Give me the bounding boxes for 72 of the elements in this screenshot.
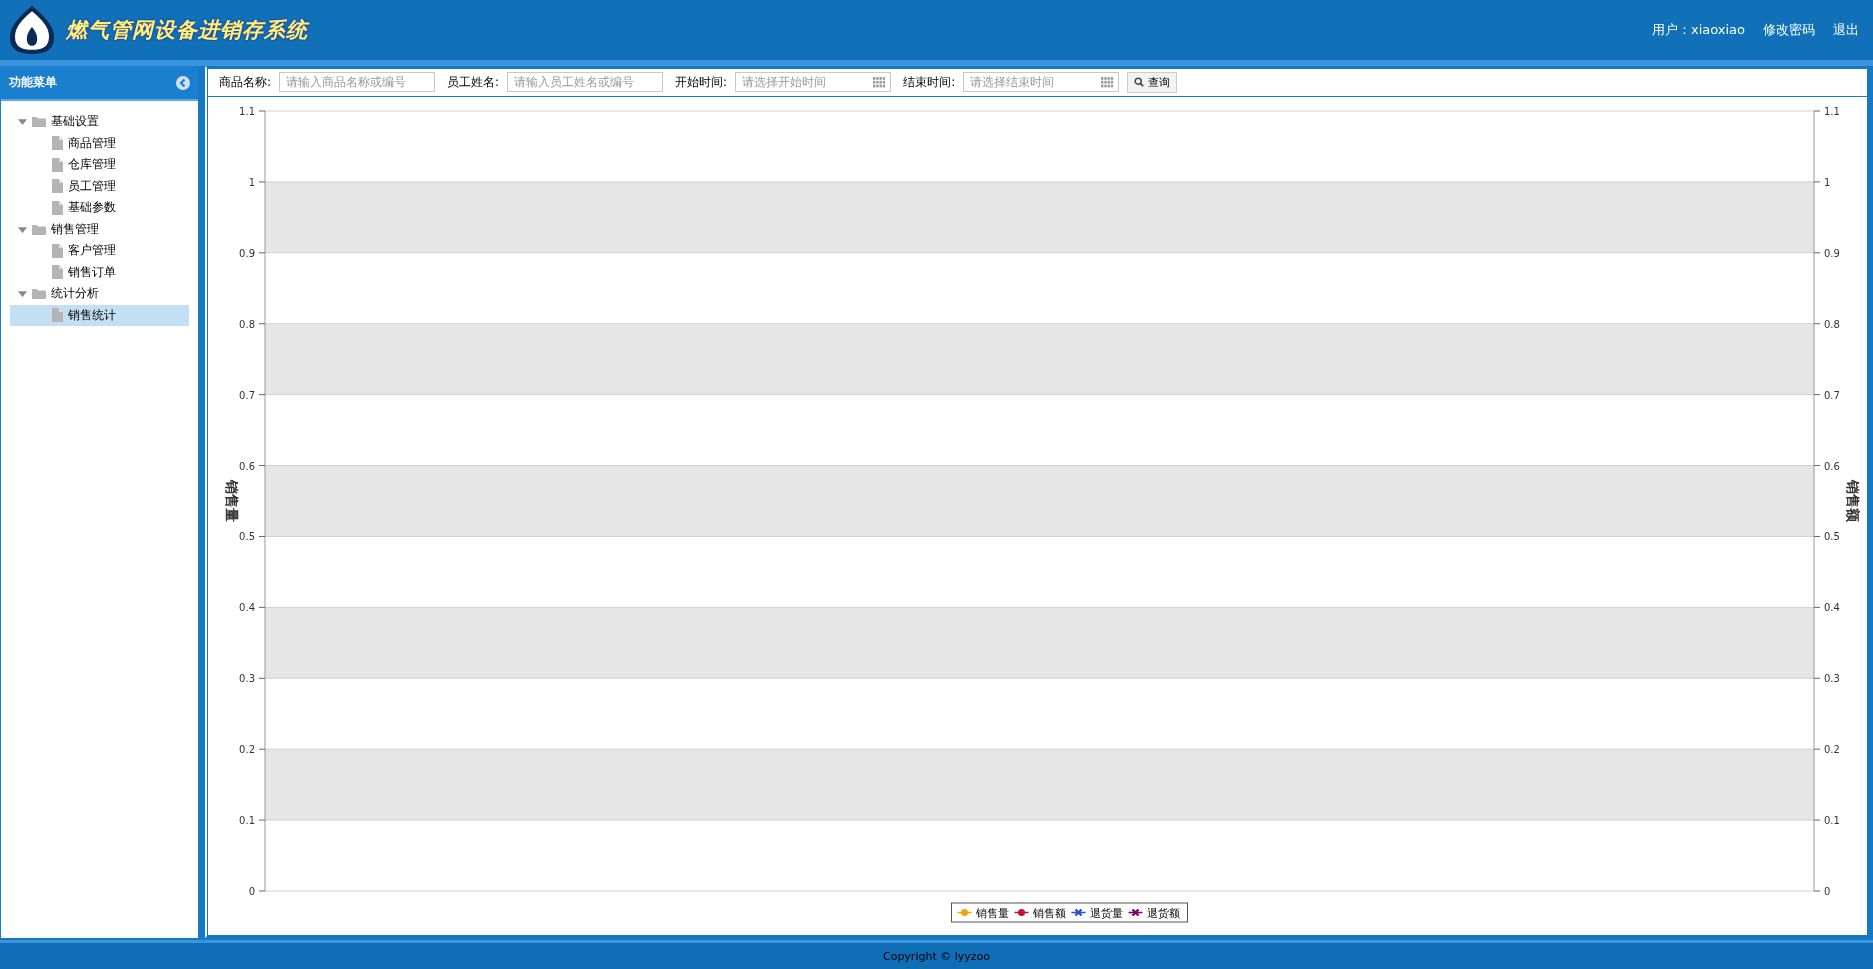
caret-icon [18,117,27,127]
axis-tick-label: 0.4 [1824,602,1840,614]
file-icon [52,136,63,151]
tree-item[interactable]: 基础参数 [10,197,189,219]
folder-icon [32,223,46,235]
caret-icon [18,224,27,234]
axis-tick-label: 0.2 [1824,744,1840,756]
user-label: 用户：xiaoxiao [1651,21,1745,39]
axis-tick-label: 0.1 [239,815,255,827]
axis-tick-label: 0.7 [1824,389,1840,401]
copyright-text: Copyright © lyyzoo [882,949,991,963]
axis-tick-label: 0.6 [1824,460,1840,472]
tree-item[interactable]: 客户管理 [10,240,189,262]
tree-folder[interactable]: 统计分析 [10,283,189,305]
filter-label: 员工姓名: [447,73,500,91]
legend-label: 退货额 [1146,907,1180,919]
filter-field[interactable]: 请输入员工姓名或编号 [507,72,664,92]
filter-field[interactable]: 请选择开始时间 [735,72,892,92]
tree-item[interactable]: 员工管理 [10,175,189,197]
axis-tick-label: 0 [1824,886,1831,897]
filter-field[interactable]: 请选择结束时间 [963,72,1120,92]
legend-label: 销售额 [1032,907,1066,919]
axis-tick-label: 1.1 [239,106,255,117]
axis-tick-label: 1.1 [1824,106,1840,117]
tree-item[interactable]: 商品管理 [10,132,189,154]
axis-tick-label: 0.3 [239,673,255,685]
header-link[interactable]: 退出 [1833,21,1859,39]
file-icon [52,157,63,172]
caret-icon [18,289,27,299]
axis-tick-label: 0.1 [1824,815,1840,827]
file-icon [52,179,63,194]
axis-tick-label: 0.7 [239,389,255,401]
axis-tick-label: 0.5 [1824,531,1840,543]
sidebar-title: 功能菜单 [9,74,57,91]
calendar-icon[interactable] [1101,77,1115,88]
app-title: 燃气管网设备进销存系统 [66,17,308,44]
filter-label: 开始时间: [675,73,728,91]
axis-tick-label: 0.8 [239,318,255,330]
tree-item[interactable]: 销售统计 [10,304,189,326]
folder-icon [32,288,46,300]
calendar-icon[interactable] [873,77,887,88]
filter-field[interactable]: 请输入商品名称或编号 [279,72,436,92]
axis-tick-label: 0.8 [1824,318,1840,330]
axis-tick-label: 0.3 [1824,673,1840,685]
y-axis-title: 销售量 [224,480,240,522]
tree-folder[interactable]: 销售管理 [10,218,189,240]
tree-item[interactable]: 销售订单 [10,261,189,283]
y-axis-title: 销售额 [1845,480,1861,522]
axis-tick-label: 1 [1824,176,1831,188]
axis-tick-label: 1 [248,176,255,188]
axis-tick-label: 0.9 [1824,247,1840,259]
legend-label: 销售量 [975,907,1009,919]
tree-folder[interactable]: 基础设置 [10,111,189,133]
tree-item[interactable]: 仓库管理 [10,154,189,176]
axis-tick-label: 0.9 [239,247,255,259]
axis-tick-label: 0.2 [239,744,255,756]
filter-label: 结束时间: [903,73,956,91]
legend-label: 退货量 [1089,907,1123,919]
axis-tick-label: 0 [248,886,255,897]
axis-tick-label: 0.5 [239,531,255,543]
file-icon [52,200,63,215]
search-icon [1134,77,1145,87]
axis-tick-label: 0.4 [239,602,255,614]
axis-tick-label: 0.6 [239,460,255,472]
header-link[interactable]: 修改密码 [1763,21,1815,39]
filter-label: 商品名称: [219,73,272,91]
file-icon [52,265,63,280]
search-button[interactable]: 查询 [1127,71,1178,93]
file-icon [52,243,63,258]
folder-icon [32,116,46,128]
file-icon [52,308,63,323]
collapse-icon[interactable] [176,75,190,90]
